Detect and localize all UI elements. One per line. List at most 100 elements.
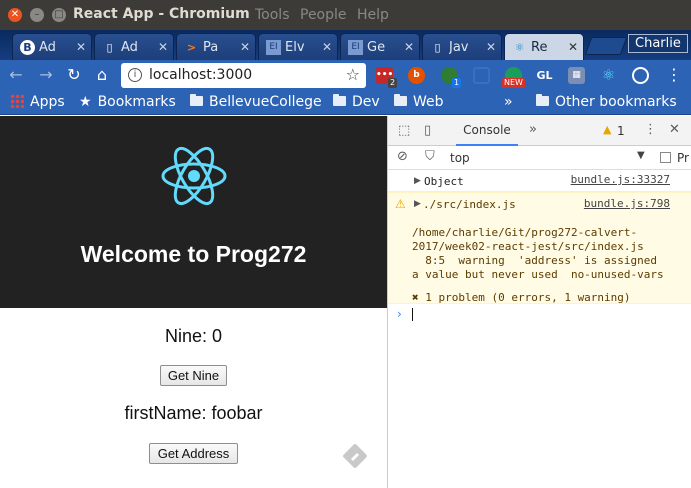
warning-line: a value but never used no-unused-vars [412,268,664,281]
bookmarks-overflow-button[interactable]: » [504,94,513,110]
browser-tab[interactable]: > Pa ✕ [176,33,256,60]
star-icon: ★ [79,94,92,110]
chrome-menu-icon[interactable]: ⋮ [664,65,684,85]
target-ext-icon[interactable] [632,67,649,84]
app-title: Welcome to Prog272 [80,241,307,267]
clear-console-icon[interactable]: ⊘ [397,149,408,164]
gl-ext-icon[interactable]: GL [536,67,553,84]
reload-button[interactable]: ↻ [64,65,84,85]
browser-tab[interactable]: ▯ Jav ✕ [422,33,502,60]
profile-button[interactable]: Charlie [628,34,688,53]
extension-badge: 2 [388,78,398,88]
nine-text: Nine: 0 [164,326,223,346]
back-button[interactable]: ← [6,65,26,85]
filter-icon[interactable]: ⛉ [425,149,435,164]
inspect-element-icon[interactable]: ⬚ [398,123,410,138]
bookmark-label: Web [413,94,444,110]
bookmark-folder-dev[interactable]: Dev [333,94,380,110]
devtools-toolbar: ⬚ ▯ Console » ▲ 1 ⋮ ✕ [388,116,691,146]
source-link[interactable]: bundle.js:33327 [571,173,670,186]
star-icon[interactable]: ☆ [346,65,360,84]
close-icon[interactable]: ✕ [669,122,680,137]
address-bar[interactable]: i localhost:3000 ☆ [121,63,366,88]
window-title: React App - Chromium [73,6,250,22]
console-message-warning: ⚠ ▶ ./src/index.js bundle.js:798 /home/c… [388,192,691,304]
menu-help[interactable]: Help [357,7,389,23]
expand-triangle-icon[interactable]: ▶ [414,176,421,186]
browser-tab-active[interactable]: ⚛ Re ✕ [504,33,584,60]
expand-triangle-icon[interactable]: ▶ [414,199,421,209]
console-prompt: › [397,307,402,321]
other-bookmarks-folder[interactable]: Other bookmarks [536,94,677,110]
bookmarks-bar: Apps ★ Bookmarks BellevueCollege Dev Web … [0,91,691,115]
other-bookmarks-label: Other bookmarks [555,94,677,110]
warning-line: 2017/week02-react-jest/src/index.js [412,240,644,253]
bookmark-folder-bellevuecollege[interactable]: BellevueCollege [190,94,322,110]
close-icon[interactable]: ✕ [240,40,250,54]
source-link[interactable]: bundle.js:798 [584,197,670,210]
context-select[interactable]: top [450,151,470,165]
devtools-menu-icon[interactable]: ⋮ [644,122,657,137]
elvenware-icon: EI [348,40,363,55]
browser-toolbar: ← → ↻ ⌂ i localhost:3000 ☆ ••• b GL ▦ ⚛ … [0,60,691,91]
window-minimize-button[interactable]: – [30,8,44,22]
warning-line: /home/charlie/Git/prog272-calvert- [412,226,638,239]
react-devtools-icon[interactable]: ⚛ [600,67,617,84]
grid-ext-icon[interactable]: ▦ [568,67,585,84]
apps-shortcut[interactable]: Apps [10,94,65,110]
bookmark-folder-web[interactable]: Web [394,94,444,110]
menu-people[interactable]: People [300,7,347,23]
warning-line: 8:5 warning 'address' is assigned [412,254,658,267]
close-icon[interactable]: ✕ [404,40,414,54]
close-icon[interactable]: ✕ [76,40,86,54]
more-tabs-button[interactable]: » [529,122,537,137]
get-nine-button[interactable]: Get Nine [160,365,227,386]
tab-title: Jav [449,40,469,55]
home-button[interactable]: ⌂ [92,65,112,85]
window-close-button[interactable]: ✕ [8,8,22,22]
bootstrap-ext-icon[interactable]: b [408,67,425,84]
object-text: Object [424,175,464,188]
close-icon[interactable]: ✕ [486,40,496,54]
device-toggle-icon[interactable]: ▯ [424,123,431,138]
folder-icon [394,94,407,106]
tab-console[interactable]: Console [456,116,518,146]
b-icon: B [20,40,35,55]
bookmarks-label: Bookmarks [97,94,176,110]
console-input-caret[interactable] [412,308,413,321]
new-tab-button[interactable] [584,37,628,55]
preserve-log-checkbox[interactable] [660,152,671,163]
close-icon[interactable]: ✕ [158,40,168,54]
warning-count[interactable]: 1 [617,124,625,138]
chevron-icon: > [186,41,197,54]
apps-label: Apps [30,94,65,110]
extension-badge: NEW [502,78,525,88]
info-icon[interactable]: i [128,68,142,82]
document-icon: ▯ [434,41,441,54]
react-logo-icon [161,146,227,206]
dropdown-arrow-icon[interactable]: ▼ [637,150,645,161]
bookmark-label: BellevueCollege [209,94,322,110]
edit-pencil-icon[interactable] [342,443,368,469]
bookmarks-folder[interactable]: ★ Bookmarks [79,94,176,110]
browser-tab[interactable]: EI Elv ✕ [258,33,338,60]
close-icon[interactable]: ✕ [568,40,578,54]
warning-summary: ✖ 1 problem (0 errors, 1 warning) [412,291,631,304]
warning-icon: ▲ [603,123,612,136]
browser-tab[interactable]: B Ad ✕ [12,33,92,60]
console-message-object[interactable]: ▶ Object bundle.js:33327 [388,170,691,192]
menu-tools[interactable]: Tools [255,7,290,23]
forward-button[interactable]: → [36,65,56,85]
tab-title: Elv [285,40,305,55]
tab-strip: B Ad ✕ ▯ Ad ✕ > Pa ✕ EI Elv ✕ EI Ge ✕ ▯ … [0,30,691,60]
browser-tab[interactable]: ▯ Ad ✕ [94,33,174,60]
get-address-button[interactable]: Get Address [149,443,238,464]
browser-tab[interactable]: EI Ge ✕ [340,33,420,60]
tab-title: Re [531,40,548,55]
apps-grid-icon [10,94,24,108]
cast-icon[interactable] [473,67,490,84]
console-filter-bar: ⊘ ⛉ top ▼ Pr [388,146,691,170]
window-maximize-button[interactable]: □ [52,8,66,22]
app-header: Welcome to Prog272 [0,116,387,308]
close-icon[interactable]: ✕ [322,40,332,54]
